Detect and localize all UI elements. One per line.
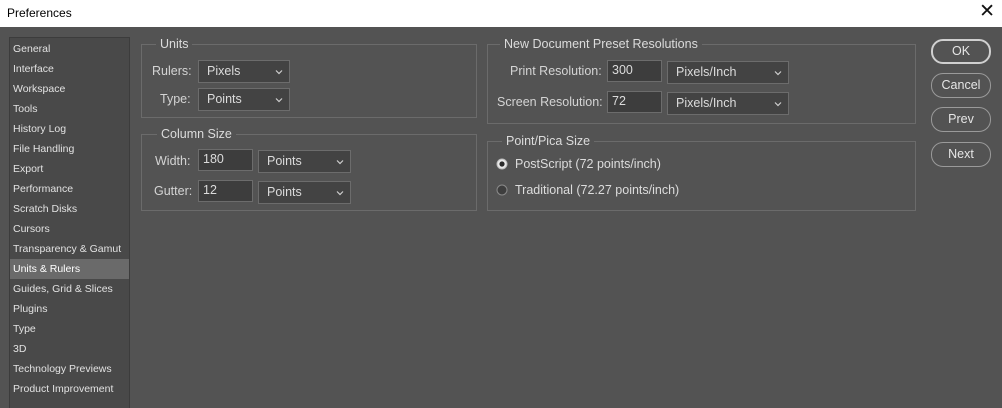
sidebar-item-3d[interactable]: 3D xyxy=(10,339,129,359)
type-label: Type: xyxy=(160,92,191,106)
sidebar-item-interface[interactable]: Interface xyxy=(10,59,129,79)
sidebar-item-scratch-disks[interactable]: Scratch Disks xyxy=(10,199,129,219)
window-title: Preferences xyxy=(7,6,72,20)
sidebar-item-history-log[interactable]: History Log xyxy=(10,119,129,139)
column-size-legend: Column Size xyxy=(157,127,236,141)
screen-resolution-label: Screen Resolution: xyxy=(497,95,603,109)
sidebar-item-cursors[interactable]: Cursors xyxy=(10,219,129,239)
gutter-label: Gutter: xyxy=(154,184,193,198)
title-bar: Preferences ✕ xyxy=(0,0,1002,27)
sidebar-item-technology-previews[interactable]: Technology Previews xyxy=(10,359,129,379)
screen-resolution-input[interactable]: 72 xyxy=(607,91,662,113)
sidebar-item-type[interactable]: Type xyxy=(10,319,129,339)
width-unit-value: Points xyxy=(267,154,302,168)
sidebar-item-performance[interactable]: Performance xyxy=(10,179,129,199)
width-unit-select[interactable]: Points xyxy=(258,150,351,173)
width-input[interactable]: 180 xyxy=(198,149,253,171)
sidebar-item-product-improvement[interactable]: Product Improvement xyxy=(10,379,129,399)
sidebar-item-plugins[interactable]: Plugins xyxy=(10,299,129,319)
screen-resolution-unit-select[interactable]: Pixels/Inch xyxy=(667,92,789,115)
preset-resolutions-legend: New Document Preset Resolutions xyxy=(500,37,702,51)
sidebar-item-file-handling[interactable]: File Handling xyxy=(10,139,129,159)
rulers-select[interactable]: Pixels xyxy=(198,60,290,83)
units-legend: Units xyxy=(156,37,193,51)
chevron-down-icon xyxy=(774,102,782,107)
sidebar-item-export[interactable]: Export xyxy=(10,159,129,179)
rulers-label: Rulers: xyxy=(152,64,192,78)
sidebar-item-workspace[interactable]: Workspace xyxy=(10,79,129,99)
chevron-down-icon xyxy=(275,98,283,103)
sidebar-item-guides-grid-slices[interactable]: Guides, Grid & Slices xyxy=(10,279,129,299)
rulers-select-value: Pixels xyxy=(207,64,241,78)
gutter-unit-select[interactable]: Points xyxy=(258,181,351,204)
type-select-value: Points xyxy=(207,92,242,106)
chevron-down-icon xyxy=(336,160,344,165)
point-pica-legend: Point/Pica Size xyxy=(502,134,595,148)
type-select[interactable]: Points xyxy=(198,88,290,111)
next-button[interactable]: Next xyxy=(931,142,991,167)
gutter-unit-value: Points xyxy=(267,185,302,199)
print-resolution-label: Print Resolution: xyxy=(510,64,602,78)
traditional-radio-label[interactable]: Traditional (72.27 points/inch) xyxy=(515,183,679,197)
sidebar-item-general[interactable]: General xyxy=(10,39,129,59)
screen-resolution-unit-value: Pixels/Inch xyxy=(676,96,737,110)
print-resolution-unit-value: Pixels/Inch xyxy=(676,65,737,79)
print-resolution-unit-select[interactable]: Pixels/Inch xyxy=(667,61,789,84)
preferences-sidebar: General Interface Workspace Tools Histor… xyxy=(9,37,130,408)
print-resolution-input[interactable]: 300 xyxy=(607,60,662,82)
units-group xyxy=(141,44,477,118)
chevron-down-icon xyxy=(275,70,283,75)
sidebar-item-tools[interactable]: Tools xyxy=(10,99,129,119)
gutter-input[interactable]: 12 xyxy=(198,180,253,202)
ok-button[interactable]: OK xyxy=(931,39,991,64)
point-pica-group xyxy=(487,141,916,211)
sidebar-item-transparency-gamut[interactable]: Transparency & Gamut xyxy=(10,239,129,259)
sidebar-item-units-rulers[interactable]: Units & Rulers xyxy=(10,259,129,279)
chevron-down-icon xyxy=(336,191,344,196)
traditional-radio[interactable] xyxy=(496,184,508,196)
cancel-button[interactable]: Cancel xyxy=(931,73,991,98)
width-label: Width: xyxy=(155,154,191,168)
close-icon[interactable]: ✕ xyxy=(979,2,995,22)
postscript-radio-label[interactable]: PostScript (72 points/inch) xyxy=(515,157,661,171)
prev-button[interactable]: Prev xyxy=(931,107,991,132)
postscript-radio[interactable] xyxy=(496,158,508,170)
chevron-down-icon xyxy=(774,71,782,76)
